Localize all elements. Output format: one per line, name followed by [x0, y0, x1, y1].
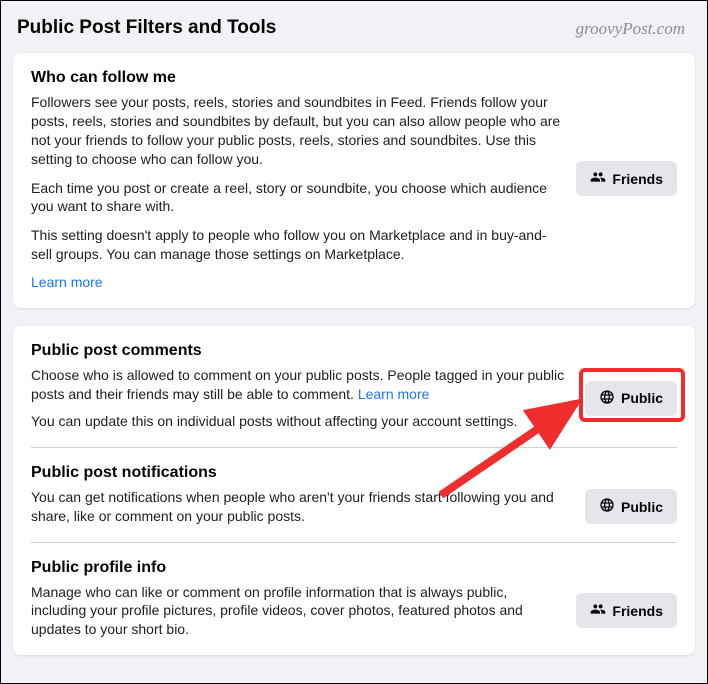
divider	[31, 447, 677, 448]
notifications-title: Public post notifications	[31, 464, 677, 482]
profile-desc: Manage who can like or comment on profil…	[31, 583, 562, 640]
follow-p3: This setting doesn't apply to people who…	[31, 226, 562, 264]
comments-learn-more-link[interactable]: Learn more	[358, 386, 430, 402]
follow-section: Who can follow me Followers see your pos…	[13, 53, 695, 308]
notifications-value-label: Public	[621, 499, 663, 515]
comments-desc: Choose who is allowed to comment on your…	[31, 367, 564, 402]
friends-icon	[590, 601, 606, 620]
watermark: groovyPost.com	[576, 19, 685, 39]
follow-description: Followers see your posts, reels, stories…	[31, 93, 562, 264]
comments-value-label: Public	[621, 390, 663, 406]
profile-section: Public profile info Manage who can like …	[31, 559, 677, 640]
profile-title: Public profile info	[31, 559, 677, 577]
globe-icon	[599, 389, 615, 408]
follow-learn-more-link[interactable]: Learn more	[31, 274, 103, 290]
comments-title: Public post comments	[31, 342, 677, 360]
profile-value-button[interactable]: Friends	[576, 593, 677, 628]
follow-title: Who can follow me	[31, 69, 677, 87]
follow-p1: Followers see your posts, reels, stories…	[31, 93, 562, 169]
friends-icon	[590, 169, 606, 188]
comments-body: Choose who is allowed to comment on your…	[31, 366, 571, 431]
notifications-section: Public post notifications You can get no…	[31, 464, 677, 526]
profile-value-label: Friends	[612, 603, 663, 619]
follow-p2: Each time you post or create a reel, sto…	[31, 179, 562, 217]
notifications-value-button[interactable]: Public	[585, 489, 677, 524]
comments-subdesc: You can update this on individual posts …	[31, 412, 571, 431]
public-posts-card: Public post comments Choose who is allow…	[13, 326, 695, 655]
globe-icon	[599, 497, 615, 516]
divider	[31, 542, 677, 543]
comments-section: Public post comments Choose who is allow…	[31, 342, 677, 431]
follow-value-button[interactable]: Friends	[576, 161, 677, 196]
follow-value-label: Friends	[612, 171, 663, 187]
notifications-desc: You can get notifications when people wh…	[31, 488, 571, 526]
comments-value-button[interactable]: Public	[585, 381, 677, 416]
